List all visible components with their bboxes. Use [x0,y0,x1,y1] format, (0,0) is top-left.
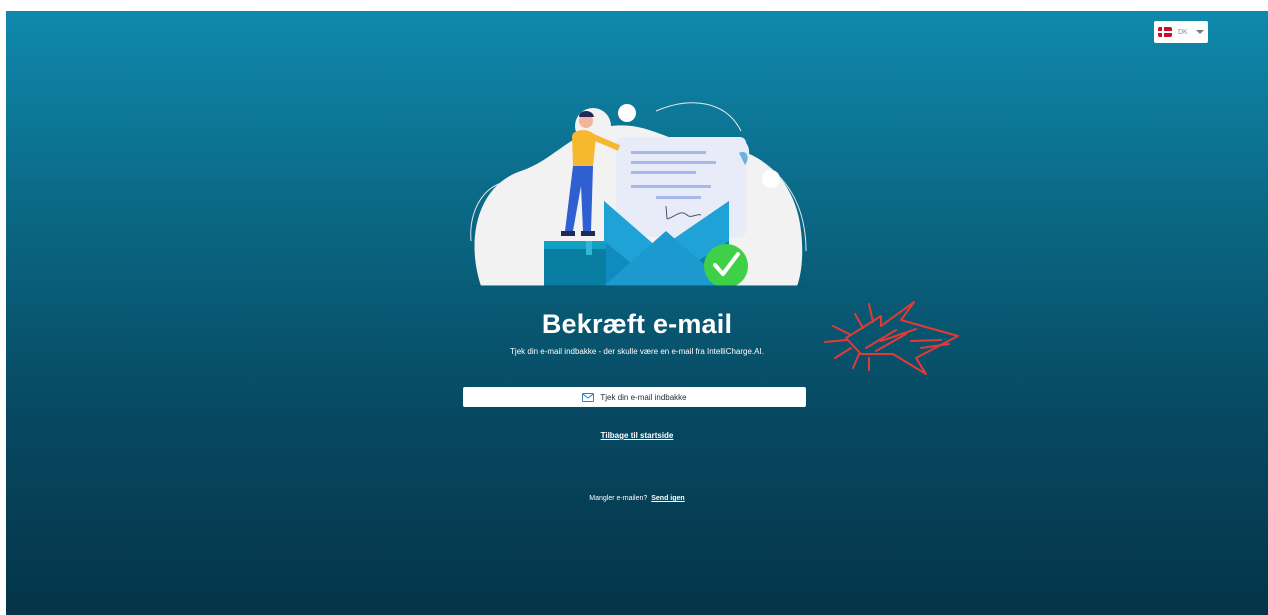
back-to-home-link[interactable]: Tilbage til startside [6,431,1268,440]
denmark-flag-icon [1158,27,1172,37]
bubble-1 [618,104,636,122]
envelope-icon [582,392,595,402]
check-inbox-label: Tjek din e-mail indbakke [600,392,687,402]
verify-email-screen: DK Bekræft e-mail Tjek din e-mail indbak… [6,11,1268,615]
language-code: DK [1178,28,1188,36]
bubble-2 [762,170,780,188]
language-select[interactable]: DK [1154,21,1208,43]
page-subtitle: Tjek din e-mail indbakke - der skulle væ… [510,347,764,356]
resend-link[interactable]: Send igen [651,495,684,502]
box [544,246,606,286]
email-envelope-illustration [470,102,807,286]
chevron-down-icon [1195,30,1204,34]
resend-row: Mangler e-mailen? Send igen [6,495,1268,502]
arrow-annotation-icon [824,301,959,375]
check-badge-icon [704,244,748,286]
check-inbox-button[interactable]: Tjek din e-mail indbakke [463,387,806,407]
letter-document [616,137,750,237]
resend-prompt: Mangler e-mailen? [589,495,648,502]
page-title: Bekræft e-mail [541,309,733,339]
